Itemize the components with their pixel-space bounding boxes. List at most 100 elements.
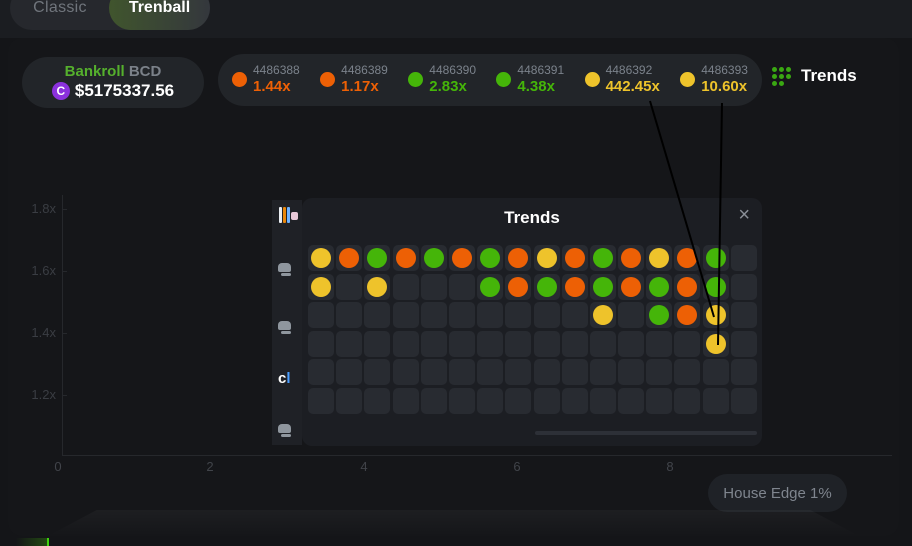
bankroll-card: Bankroll BCD C $5175337.56 (22, 57, 204, 108)
trend-cell (674, 245, 700, 271)
x-tick-label: 4 (360, 459, 367, 474)
trend-cell (364, 388, 390, 414)
result-item[interactable]: 4486392442.45x (585, 64, 660, 95)
trend-cell (449, 359, 475, 385)
orange-trend-dot-icon (565, 277, 585, 297)
green-trend-dot-icon (649, 305, 669, 325)
house-edge-button[interactable]: House Edge 1% (708, 474, 847, 512)
trend-cell (731, 302, 757, 328)
trend-cell (562, 274, 588, 300)
trend-cell (449, 274, 475, 300)
trend-cell (477, 274, 503, 300)
progress-marker (47, 538, 49, 546)
trend-cell (308, 331, 334, 357)
orange-trend-dot-icon (396, 248, 416, 268)
yellow-trend-dot-icon (311, 277, 331, 297)
trends-grid (308, 245, 757, 414)
progress-fade (16, 538, 47, 546)
green-trend-dot-icon (649, 277, 669, 297)
orange-trend-dot-icon (621, 277, 641, 297)
green-trend-dot-icon (367, 248, 387, 268)
truncated-text: cl (278, 370, 291, 387)
result-game-id: 4486392 (606, 64, 660, 78)
trend-cell (421, 245, 447, 271)
occluded-side-panel: cl (272, 200, 302, 445)
close-icon[interactable]: × (738, 205, 750, 225)
orange-trend-dot-icon (565, 248, 585, 268)
trend-cell (505, 274, 531, 300)
yellow-trend-dot-icon (311, 248, 331, 268)
trend-cell (421, 331, 447, 357)
trend-cell (336, 359, 362, 385)
orange-result-dot-icon (232, 72, 247, 87)
yellow-trend-dot-icon (706, 305, 726, 325)
green-trend-dot-icon (424, 248, 444, 268)
bcd-coin-icon: C (52, 82, 70, 100)
result-game-id: 4486390 (429, 64, 476, 78)
trend-cell (505, 388, 531, 414)
result-game-id: 4486388 (253, 64, 300, 78)
result-game-id: 4486393 (701, 64, 748, 78)
trend-cell (449, 302, 475, 328)
trend-cell (646, 388, 672, 414)
trend-cell (562, 245, 588, 271)
trend-cell (477, 302, 503, 328)
trend-cell (646, 359, 672, 385)
trend-cell (731, 331, 757, 357)
result-item[interactable]: 44863891.17x (320, 64, 388, 95)
trend-cell (505, 245, 531, 271)
trend-cell (562, 388, 588, 414)
x-tick-label: 8 (666, 459, 673, 474)
trend-cell (534, 274, 560, 300)
trend-cell (618, 274, 644, 300)
green-result-dot-icon (496, 72, 511, 87)
green-trend-dot-icon (593, 277, 613, 297)
trend-cell (421, 274, 447, 300)
yellow-trend-dot-icon (537, 248, 557, 268)
chart-y-axis (62, 195, 63, 455)
y-tick-label: 1.8x (20, 201, 56, 216)
result-item[interactable]: 44863914.38x (496, 64, 564, 95)
trend-cell (421, 388, 447, 414)
y-tick-label: 1.4x (20, 325, 56, 340)
trend-cell (505, 359, 531, 385)
yellow-result-dot-icon (585, 72, 600, 87)
trend-cell (731, 245, 757, 271)
trend-cell (308, 245, 334, 271)
trend-cell (364, 274, 390, 300)
green-trend-dot-icon (480, 277, 500, 297)
result-item[interactable]: 44863902.83x (408, 64, 476, 95)
trend-cell (703, 331, 729, 357)
trend-cell (674, 331, 700, 357)
trend-cell (646, 274, 672, 300)
trend-cell (618, 302, 644, 328)
trends-button[interactable]: Trends (772, 66, 857, 86)
trend-cell (308, 388, 334, 414)
game-mode-tabs: Classic Trenball (10, 0, 210, 30)
trend-cell (449, 388, 475, 414)
trend-cell (336, 388, 362, 414)
trend-cell (618, 388, 644, 414)
trends-grid-scrollbar[interactable] (535, 431, 757, 435)
yellow-result-dot-icon (680, 72, 695, 87)
yellow-trend-dot-icon (706, 334, 726, 354)
trend-cell (562, 359, 588, 385)
trend-cell (590, 302, 616, 328)
trend-cell (336, 331, 362, 357)
trend-cell (674, 302, 700, 328)
orange-trend-dot-icon (452, 248, 472, 268)
result-multiplier: 442.45x (606, 78, 660, 95)
tab-trenball[interactable]: Trenball (109, 0, 210, 30)
result-multiplier: 1.17x (341, 78, 388, 95)
trend-cell (646, 331, 672, 357)
trend-cell (393, 274, 419, 300)
trend-cell (421, 359, 447, 385)
bell-icon (278, 423, 294, 439)
tab-classic[interactable]: Classic (10, 0, 110, 30)
y-tick-label: 1.6x (20, 263, 56, 278)
result-item[interactable]: 448639310.60x (680, 64, 748, 95)
bell-icon (278, 320, 294, 336)
trend-cell (562, 302, 588, 328)
result-item[interactable]: 44863881.44x (232, 64, 300, 95)
trend-cell (393, 388, 419, 414)
